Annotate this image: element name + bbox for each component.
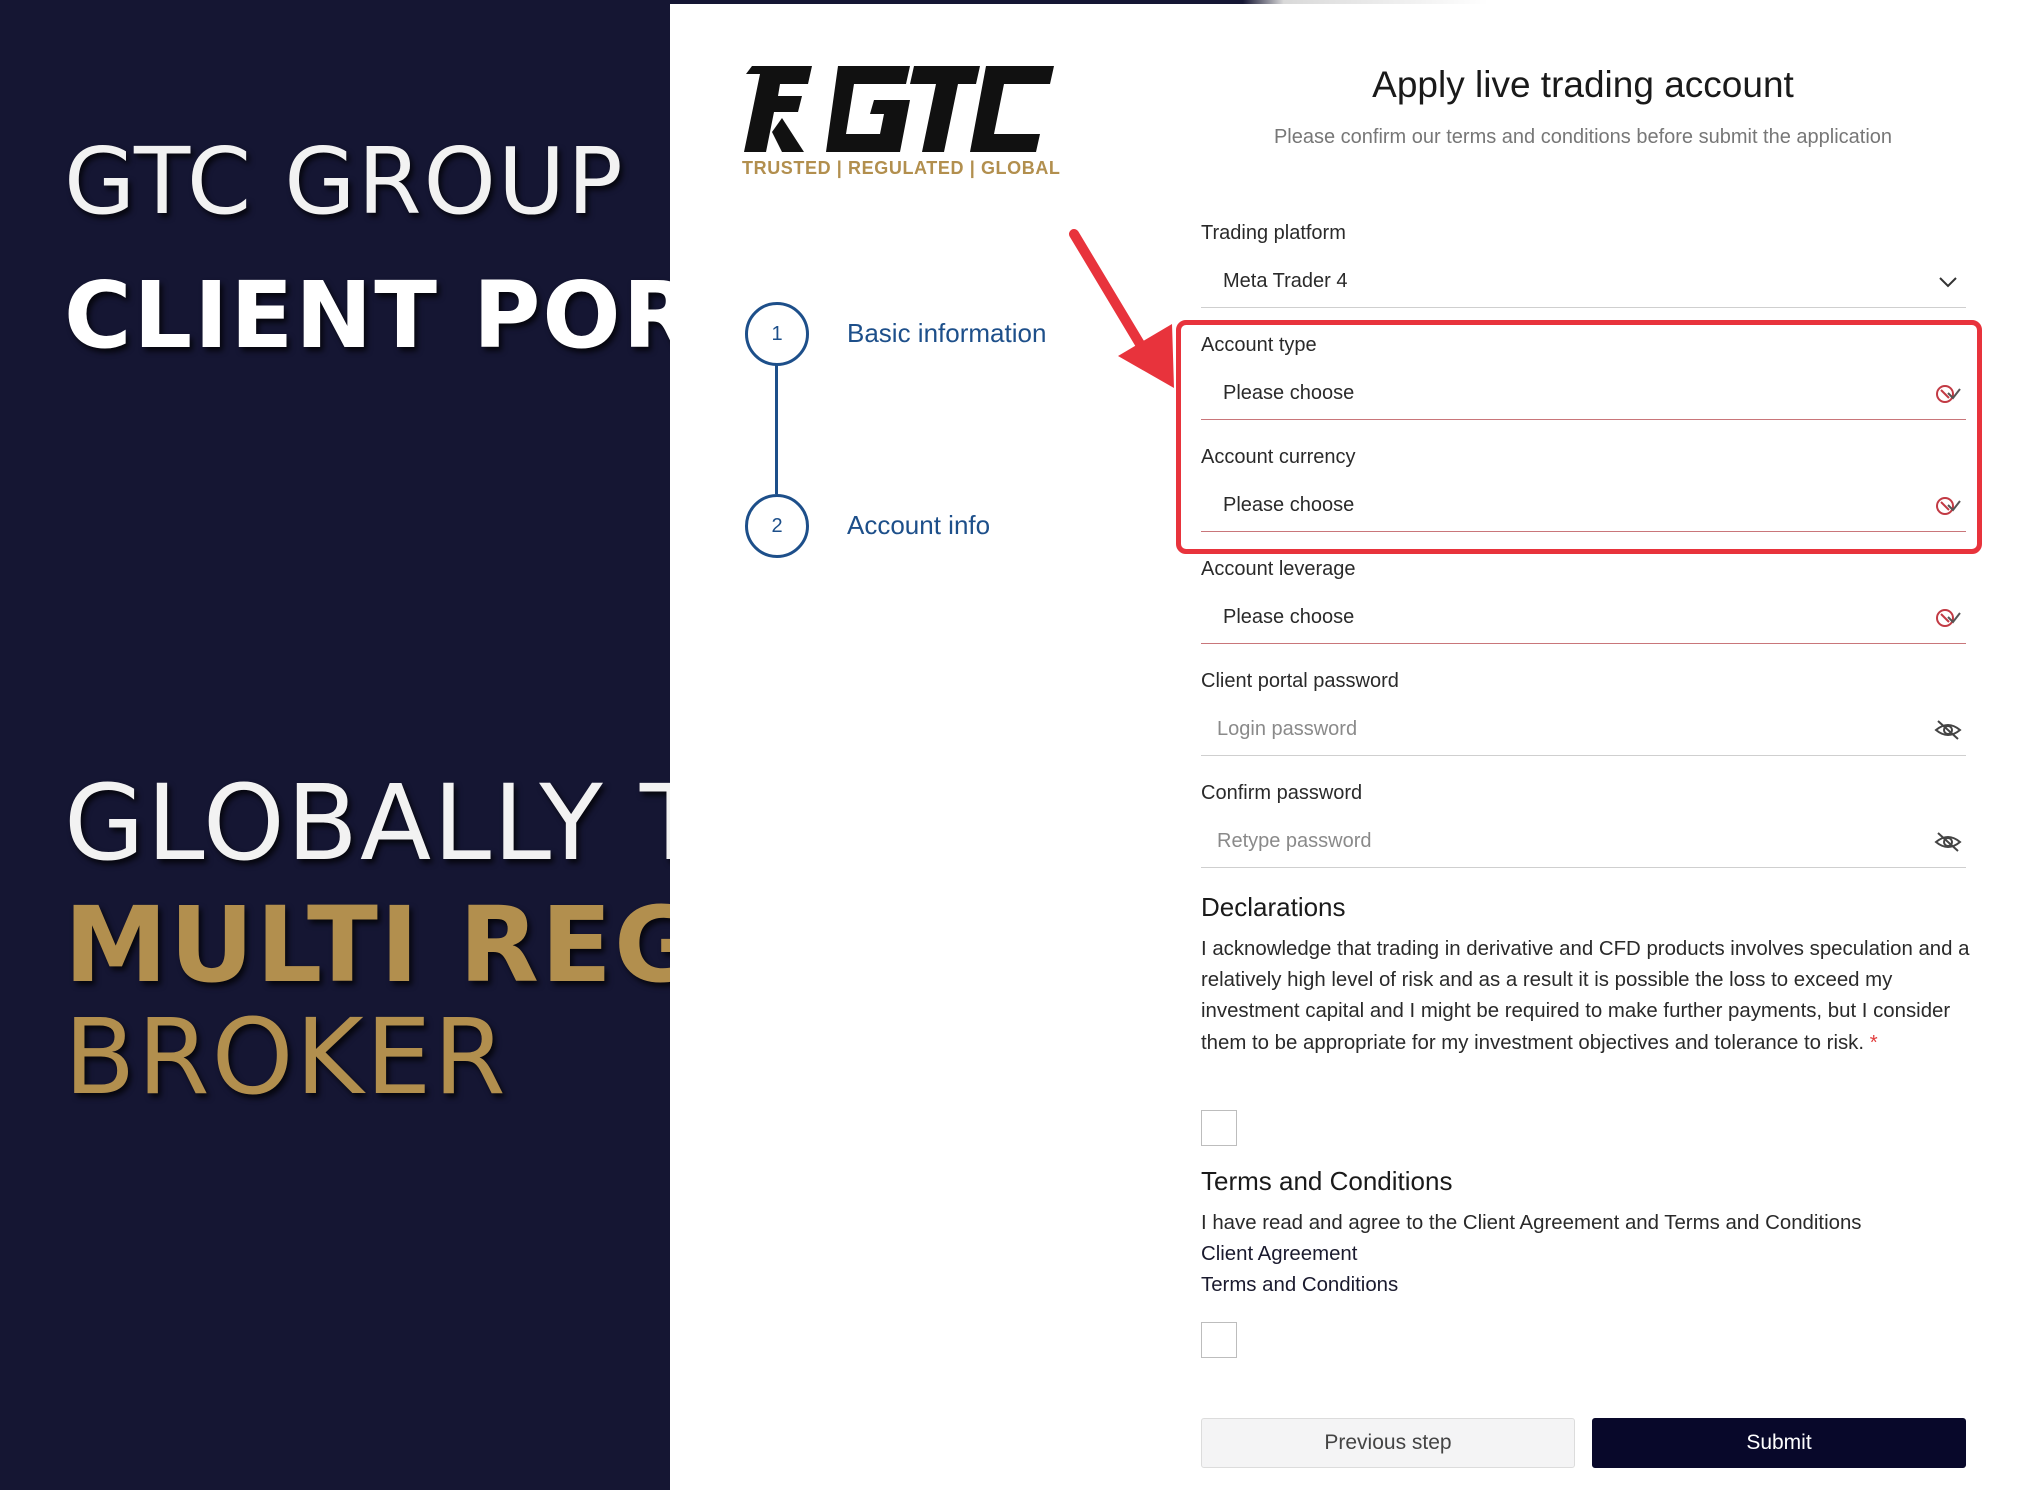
portal-password-placeholder: Login password (1217, 718, 1358, 740)
logo-tagline: TRUSTED | REGULATED | GLOBAL (742, 158, 1061, 178)
terms-text: I have read and agree to the Client Agre… (1201, 1212, 1862, 1234)
previous-step-button[interactable]: Previous step (1201, 1418, 1575, 1468)
eye-off-icon[interactable] (1934, 718, 1962, 742)
trading-platform-value: Meta Trader 4 (1223, 270, 1348, 292)
hero-line-5: BROKER (64, 996, 508, 1118)
account-currency-label: Account currency (1201, 446, 1356, 468)
hero-line-3: GLOBALLY TF (64, 762, 670, 884)
declarations-checkbox[interactable] (1201, 1110, 1237, 1146)
terms-checkbox[interactable] (1201, 1322, 1237, 1358)
step-2-number: 2 (771, 514, 783, 537)
required-mark: * (1869, 1031, 1878, 1054)
step-1-number: 1 (771, 322, 783, 345)
chevron-down-icon (1939, 277, 1957, 288)
portal-password-label: Client portal password (1201, 670, 1399, 692)
account-type-label: Account type (1201, 334, 1317, 356)
account-type-select[interactable]: Please choose (1201, 368, 1966, 420)
account-currency-select[interactable]: Please choose (1201, 480, 1966, 532)
declarations-text: I acknowledge that trading in derivative… (1201, 934, 1975, 1059)
hero-line-2: CLIENT PORTA (64, 262, 670, 369)
submit-button[interactable]: Submit (1592, 1418, 1966, 1468)
page-title: Apply live trading account (1372, 64, 1794, 105)
hero-panel: GTC GROUP CLIENT PORTA GLOBALLY TF MULTI… (0, 0, 670, 1490)
terms-conditions-link[interactable]: Terms and Conditions (1201, 1274, 1398, 1297)
declarations-title: Declarations (1201, 892, 1346, 922)
confirm-password-placeholder: Retype password (1217, 830, 1372, 852)
account-currency-value: Please choose (1223, 494, 1355, 516)
page-subtitle: Please confirm our terms and conditions … (1273, 126, 1893, 148)
eye-off-icon[interactable] (1934, 830, 1962, 854)
clear-chevron-icon[interactable] (1934, 382, 1962, 406)
step-1-label[interactable]: Basic information (847, 318, 1046, 349)
step-connector (775, 364, 778, 494)
portal-password-input[interactable]: Login password (1201, 704, 1966, 756)
terms-title: Terms and Conditions (1201, 1166, 1453, 1196)
client-agreement-link[interactable]: Client Agreement (1201, 1243, 1357, 1266)
step-1-circle[interactable]: 1 (745, 302, 809, 366)
gtc-logo: TRUSTED | REGULATED | GLOBAL (742, 62, 1060, 182)
trading-platform-select[interactable]: Meta Trader 4 (1201, 256, 1966, 308)
step-2-label[interactable]: Account info (847, 510, 990, 541)
gtc-logo-icon (744, 66, 1054, 152)
declarations-body: I acknowledge that trading in derivative… (1201, 938, 1970, 1054)
hero-line-1: GTC GROUP (64, 128, 625, 235)
confirm-password-input[interactable]: Retype password (1201, 816, 1966, 868)
confirm-password-label: Confirm password (1201, 782, 1363, 804)
clear-chevron-icon[interactable] (1934, 494, 1962, 518)
account-leverage-value: Please choose (1223, 606, 1355, 628)
hero-line-4: MULTI REGU (64, 884, 670, 1006)
account-leverage-select[interactable]: Please choose (1201, 592, 1966, 644)
annotation-arrow (1069, 229, 1174, 388)
account-type-value: Please choose (1223, 382, 1355, 404)
clear-chevron-icon[interactable] (1934, 606, 1962, 630)
trading-platform-label: Trading platform (1201, 222, 1346, 244)
step-2-circle[interactable]: 2 (745, 494, 809, 558)
account-leverage-label: Account leverage (1201, 558, 1356, 580)
